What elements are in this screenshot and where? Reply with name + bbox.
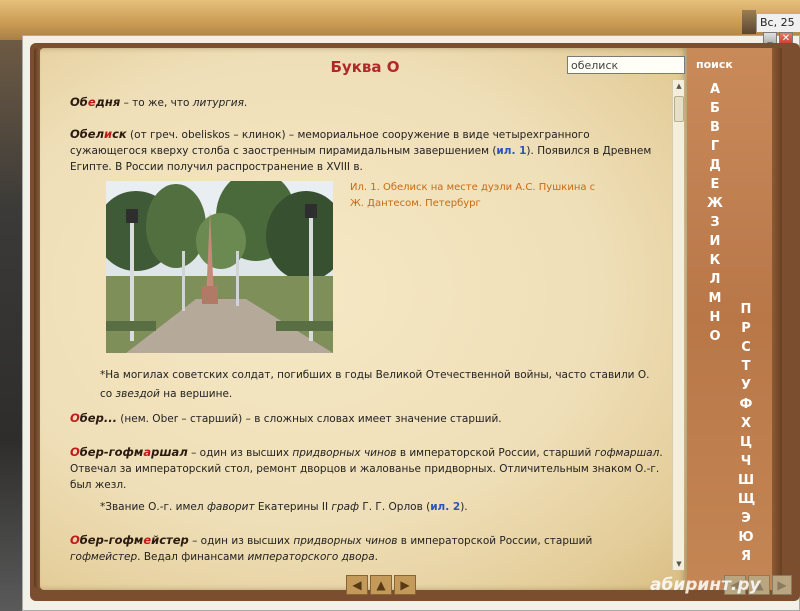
headword: Обедня [70,95,121,109]
alphabet-letter[interactable]: С [738,338,754,357]
illustration-caption: Ил. 1. Обелиск на месте дуэли А.С. Пушки… [350,182,596,209]
alphabet-sidebar [687,48,782,590]
content-scrollbar[interactable]: ▲ ▼ [672,80,684,570]
alphabet-letter[interactable]: Д [707,156,723,175]
dictionary-entry: Обелиск (от греч. obeliskos – клинок) – … [70,127,652,173]
prev-page-button[interactable]: ◀ [346,575,368,595]
obelisk-photo[interactable] [106,181,333,353]
alphabet-letter[interactable]: Л [707,270,723,289]
alphabet-letter[interactable]: Н [707,308,723,327]
article-content: Обедня – то же, что литургия. Обелиск (о… [60,88,668,568]
headword: Обер-гофмейстер [70,533,189,547]
tray-icon[interactable] [742,10,756,34]
headword: Обер... [70,411,117,425]
book-edge [772,48,782,588]
alphabet-letter[interactable]: З [707,213,723,232]
sidebar-next-button[interactable]: ▶ [772,575,792,595]
alphabet-letter[interactable]: Г [707,137,723,156]
alphabet-letter[interactable]: Я [738,547,754,566]
alphabet-letter[interactable]: Е [707,175,723,194]
scroll-up-arrow-icon[interactable]: ▲ [673,80,685,92]
alphabet-letter[interactable]: Ф [738,395,754,414]
alphabet-letter[interactable]: О [707,327,723,346]
alphabet-letter[interactable]: И [707,232,723,251]
alphabet-letter[interactable]: Ю [738,528,754,547]
scroll-down-arrow-icon[interactable]: ▼ [673,558,685,570]
alphabet-letter[interactable]: Щ [738,490,755,509]
alphabet-letter[interactable]: Ч [738,452,754,471]
headword: Обер-гофмаршал [70,445,188,459]
dictionary-entry: Обедня – то же, что литургия. [70,95,248,109]
alphabet-letter[interactable]: П [738,300,754,319]
scroll-thumb[interactable] [674,96,684,122]
alphabet-letter[interactable]: Б [707,99,723,118]
alphabet-letter[interactable]: Ж [707,194,723,213]
alphabet-letter[interactable]: У [738,376,754,395]
up-button[interactable]: ▲ [370,575,392,595]
alphabet-letter[interactable]: А [707,80,723,99]
footnote: *Звание О.-г. имел фаворит Екатерины II … [100,501,468,513]
dictionary-entry: Обер-гофмейстер – один из высших придвор… [70,533,593,563]
page-title: Буква О [330,58,400,76]
illustration-link[interactable]: ил. 2 [430,501,460,513]
alphabet-letter[interactable]: В [707,118,723,137]
watermark-logo: абиринт.ру [650,575,761,595]
dictionary-entry: Обер... (нем. Ober – старший) – в сложны… [70,411,502,425]
alphabet-letter[interactable]: Ш [738,471,754,490]
headword: Обелиск [70,127,127,141]
alphabet-letter[interactable]: Х [738,414,754,433]
alphabet-letter[interactable]: Э [738,509,754,528]
taskbar-clock[interactable]: Вс, 25 с [756,14,800,47]
search-input[interactable] [567,56,685,74]
alphabet-letter[interactable]: Ц [738,433,754,452]
next-page-button[interactable]: ▶ [394,575,416,595]
alphabet-letter[interactable]: Р [738,319,754,338]
alphabet-column-2: ПРСТУФХЦЧШЩЭЮЯ [738,300,755,566]
dictionary-entry: Обер-гофмаршал – один из высших придворн… [70,445,663,491]
alphabet-letter[interactable]: М [707,289,723,308]
alphabet-column-1: АБВГДЕЖЗИКЛМНО [707,80,723,346]
footnote: *На могилах советских солдат, погибших в… [100,369,650,400]
alphabet-letter[interactable]: К [707,251,723,270]
illustration-link[interactable]: ил. 1 [496,145,526,157]
sidebar-search-label[interactable]: поиск [696,58,733,71]
alphabet-letter[interactable]: Т [738,357,754,376]
